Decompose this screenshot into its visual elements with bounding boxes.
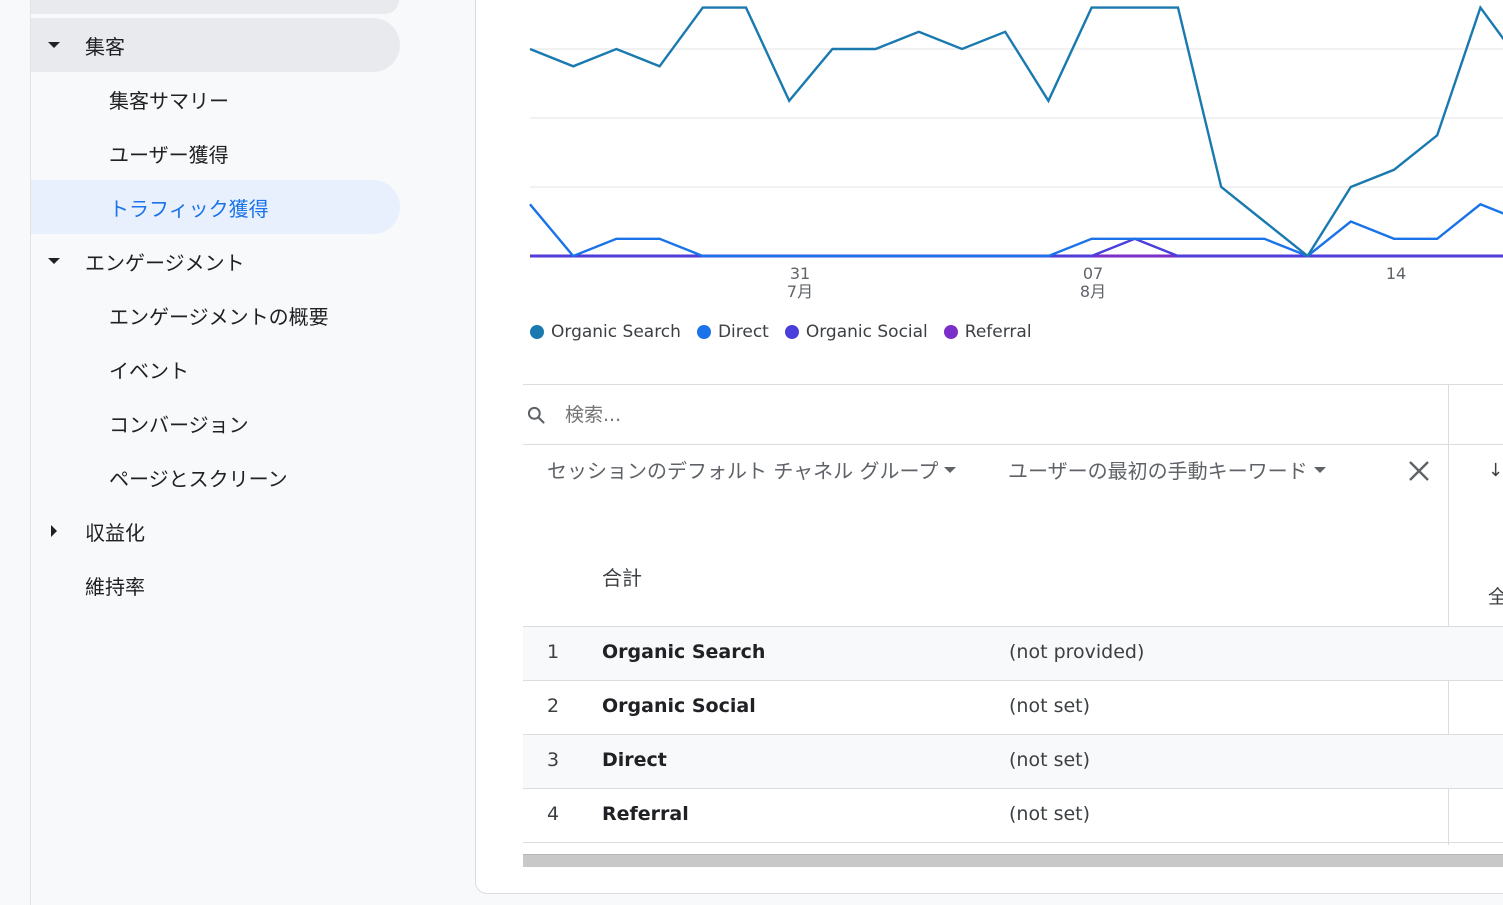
row-keyword: (not set) [1009,749,1091,771]
series-line-organic-social [530,237,1503,258]
dimension-header-label: ユーザーの最初の手動キーワード [1008,459,1308,483]
row-keyword: (not set) [1009,803,1091,825]
caret-right-icon [51,525,57,537]
legend-dot-icon [530,325,544,339]
dropdown-arrow-icon [944,466,957,473]
table-row: 2 Organic Social (not set) [523,680,1503,734]
x-axis-tick-day: 31 [789,264,811,283]
x-axis-tick-day: 07 [1082,264,1104,283]
total-row-label: 合計 [602,566,642,590]
row-channel: Organic Social [602,695,756,717]
legend-item[interactable]: Referral [943,322,1032,342]
legend-item[interactable]: Organic Search [530,322,681,342]
row-index: 2 [547,695,560,717]
sidebar-item-monetization[interactable]: 収益化 [31,504,400,558]
legend-label: Referral [964,322,1032,342]
sidebar-item-retention[interactable]: 維持率 [31,558,400,612]
remove-secondary-dimension-close-icon[interactable] [1407,459,1431,483]
sidebar-item-label: 維持率 [85,574,145,599]
series-line-organic-search [529,5,1503,258]
dropdown-arrow-icon [1313,466,1326,473]
legend-dot-icon [784,325,799,339]
x-axis-tick-label: 14 [1376,265,1416,283]
sidebar-item-label: 収益化 [85,520,145,545]
x-axis-tick-label: 07 8月 [1073,265,1113,301]
horizontal-scrollbar[interactable] [523,854,1503,867]
x-axis-tick-month: 7月 [786,282,814,301]
metric-header-truncated: 全 [1488,586,1503,608]
row-index: 1 [547,641,560,663]
sidebar-item-label: コンバージョン [109,412,249,437]
table-bottom-border [523,842,1503,843]
row-keyword: (not provided) [1009,641,1145,663]
sidebar-item-label: ページとスクリーン [109,466,288,491]
row-channel: Organic Search [602,641,766,663]
dimension-header-secondary[interactable]: ユーザーの最初の手動キーワード [1008,455,1326,484]
line-chart [529,5,1503,258]
row-index: 4 [547,803,560,825]
sidebar-item-pages-screens[interactable]: ページとスクリーン [31,450,400,504]
dimension-header-label: セッションのデフォルト チャネル グループ [547,459,939,483]
x-axis-tick-day: 14 [1385,264,1407,283]
legend-label: Organic Social [805,322,928,342]
chart-legend: Organic Search Direct Organic Social Referr… [530,322,1032,342]
row-keyword: (not set) [1009,695,1091,717]
sort-arrow-icon[interactable]: ↓ [1488,460,1503,481]
row-channel: Referral [602,803,689,825]
legend-label: Direct [717,322,769,342]
row-index: 3 [547,749,560,771]
dimension-header-primary[interactable]: セッションのデフォルト チャネル グループ [547,455,957,484]
legend-dot-icon [696,325,711,339]
legend-dot-icon [943,325,958,339]
table-search-input[interactable] [563,399,1267,431]
table-row: 3 Direct (not set) [523,734,1503,788]
legend-label: Organic Search [551,322,681,342]
x-axis-tick-label: 31 7月 [780,265,820,301]
search-icon [527,406,545,424]
legend-item[interactable]: Direct [696,322,769,342]
table-row: 1 Organic Search (not provided) [523,626,1503,680]
sidebar-item-conversions[interactable]: コンバージョン [31,396,400,450]
table-search-bar [523,384,1503,445]
row-channel: Direct [602,749,667,771]
x-axis-tick-month: 8月 [1079,282,1107,301]
series-line-direct [529,202,1503,258]
table-row: 4 Referral (not set) [523,788,1503,842]
legend-item[interactable]: Organic Social [784,322,928,342]
